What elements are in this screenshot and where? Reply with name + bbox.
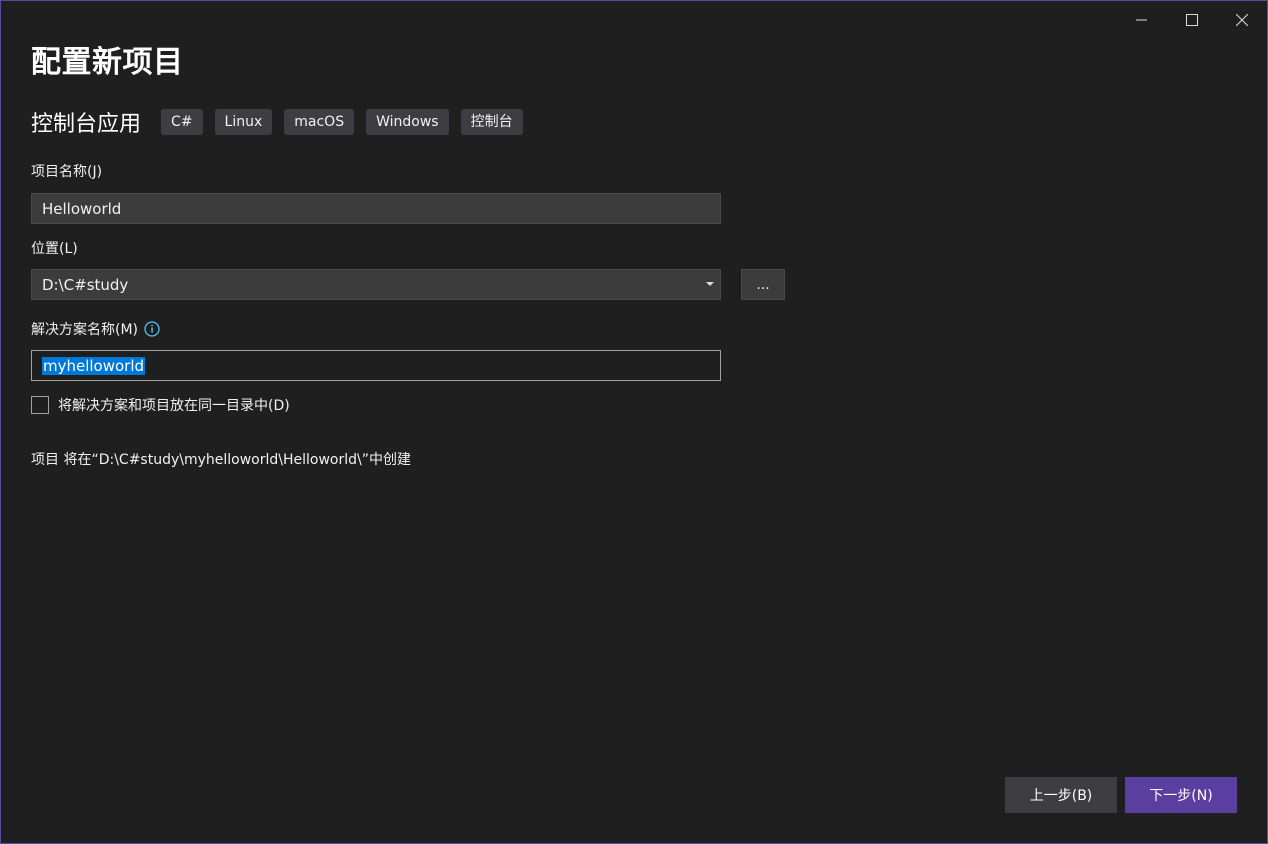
minimize-icon <box>1136 19 1147 21</box>
browse-button[interactable]: ... <box>741 269 785 300</box>
solution-name-value: myhelloworld <box>42 356 146 375</box>
configure-project-window: 配置新项目 控制台应用 C# Linux macOS Windows 控制台 项… <box>0 0 1268 844</box>
solution-name-label-row: 解决方案名称(M) <box>31 319 160 339</box>
template-info: 控制台应用 C# Linux macOS Windows 控制台 <box>31 105 535 139</box>
minimize-button[interactable] <box>1117 1 1167 39</box>
project-name-value: Helloworld <box>42 199 122 218</box>
project-name-label: 项目名称(J) <box>31 164 103 180</box>
page-title: 配置新项目 <box>31 45 184 80</box>
project-path-note: 项目 将在“D:\C#study\myhelloworld\Helloworld… <box>31 452 411 468</box>
same-directory-checkbox[interactable] <box>31 396 49 414</box>
chevron-down-icon[interactable] <box>706 282 714 287</box>
tag-console: 控制台 <box>460 109 523 135</box>
same-directory-option[interactable]: 将解决方案和项目放在同一目录中(D) <box>31 395 290 415</box>
maximize-icon <box>1186 14 1198 26</box>
location-label: 位置(L) <box>31 241 78 257</box>
tag-csharp: C# <box>161 109 203 135</box>
next-button[interactable]: 下一步(N) <box>1125 777 1237 813</box>
info-icon[interactable] <box>144 321 160 337</box>
tag-linux: Linux <box>214 109 273 135</box>
template-name: 控制台应用 <box>31 112 142 137</box>
tag-windows: Windows <box>366 109 449 135</box>
maximize-button[interactable] <box>1167 1 1217 39</box>
location-value: D:\C#study <box>42 275 129 294</box>
tag-macos: macOS <box>284 109 355 135</box>
close-icon <box>1236 14 1248 26</box>
window-controls <box>1117 1 1267 39</box>
back-button[interactable]: 上一步(B) <box>1005 777 1117 813</box>
same-directory-label: 将解决方案和项目放在同一目录中(D) <box>58 398 290 414</box>
solution-name-input[interactable]: myhelloworld <box>31 350 721 381</box>
solution-name-label: 解决方案名称(M) <box>31 322 139 338</box>
project-name-input[interactable]: Helloworld <box>31 193 721 224</box>
location-combobox[interactable]: D:\C#study <box>31 269 721 300</box>
close-button[interactable] <box>1217 1 1267 39</box>
